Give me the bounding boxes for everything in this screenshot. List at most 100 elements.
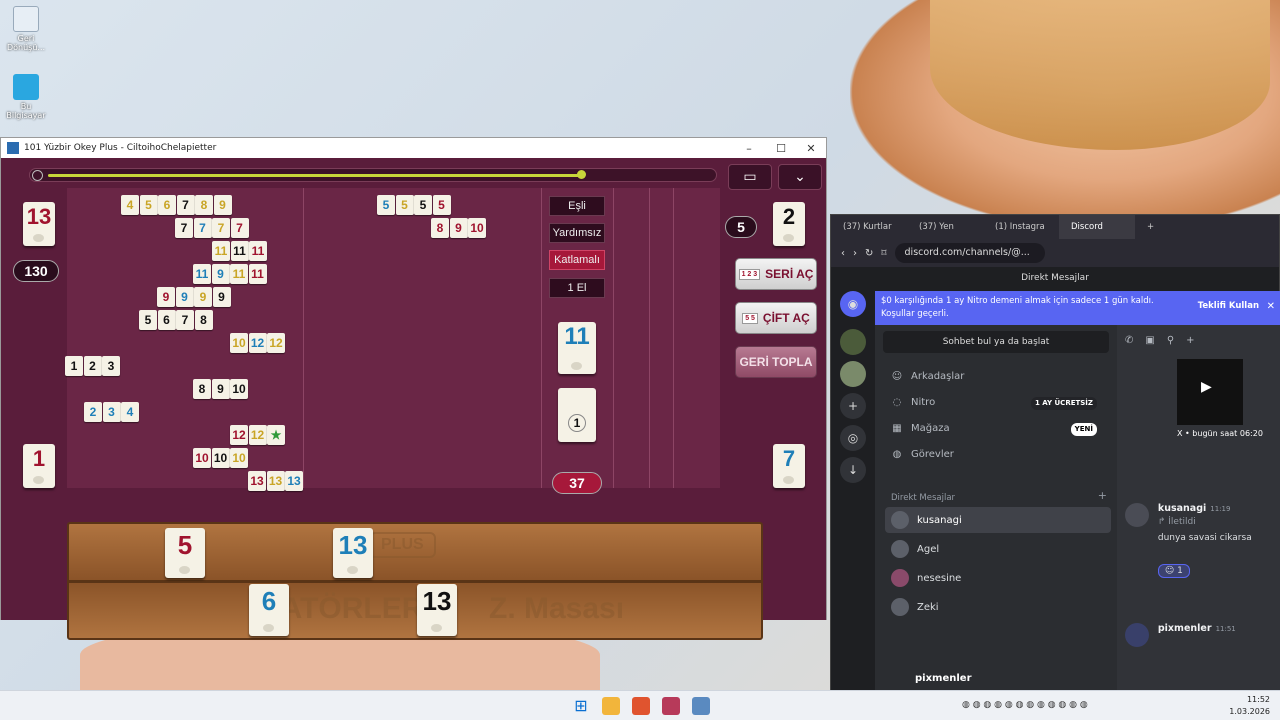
download-icon[interactable]: ↓ [840, 457, 866, 483]
video-embed[interactable]: ▶ [1177, 359, 1243, 425]
meld-tile[interactable]: 9 [175, 287, 194, 307]
meld-tile[interactable]: 7 [193, 218, 212, 238]
meld-tile[interactable]: 12 [267, 333, 285, 353]
meld-tile[interactable]: 10 [230, 333, 248, 353]
meld-tile[interactable]: 5 [139, 195, 158, 215]
meld-tile[interactable]: 7 [176, 195, 195, 215]
dm-item[interactable]: kusanagi [885, 507, 1111, 533]
meld-tile[interactable]: 7 [176, 310, 194, 330]
meld-tile[interactable]: 2 [83, 356, 102, 376]
close-button[interactable]: ✕ [795, 138, 827, 158]
server-icon[interactable] [840, 329, 866, 355]
dm-item[interactable]: Agel [885, 536, 1111, 562]
meld-tile[interactable]: 5 [432, 195, 451, 215]
rack-tile[interactable]: 13 [333, 528, 373, 578]
browser-icon[interactable] [632, 697, 650, 715]
footer-username[interactable]: pixmenler [915, 673, 972, 684]
chat-button[interactable]: ▭ [728, 164, 772, 190]
meld-tile[interactable]: 10 [468, 218, 486, 238]
meld-tile[interactable]: 7 [230, 218, 249, 238]
video-icon[interactable]: ▣ [1145, 335, 1166, 346]
deck-tile[interactable]: 1 [558, 388, 596, 442]
rack-tile[interactable]: 13 [417, 584, 457, 636]
file-explorer-icon[interactable] [602, 697, 620, 715]
player-rack[interactable]: PLUS HATÖRLER - Z. Masası 5 13 6 13 [67, 522, 763, 640]
tab-youtube-2[interactable]: (37) Yen [907, 222, 983, 232]
okey-game-icon[interactable] [662, 697, 680, 715]
meld-tile[interactable]: 6 [157, 310, 176, 330]
meld-tile[interactable]: 13 [248, 471, 266, 491]
meld-tile[interactable]: 10 [230, 379, 248, 399]
maximize-button[interactable]: ☐ [765, 138, 797, 158]
meld-tile[interactable]: 10 [193, 448, 211, 468]
dm-item[interactable]: nesesine [885, 565, 1111, 591]
close-icon[interactable]: ✕ [1267, 300, 1275, 313]
app-icon[interactable] [692, 697, 710, 715]
game-titlebar[interactable]: 101 Yüzbir Okey Plus - CiltoihoChelapiet… [1, 138, 826, 158]
dm-item[interactable]: Zeki [885, 594, 1111, 620]
url-field[interactable]: discord.com/channels/@... [894, 243, 1045, 263]
meld-tile[interactable]: 9 [157, 287, 175, 307]
pin-icon[interactable]: ⚲ [1167, 335, 1186, 346]
meld-tile[interactable]: 4 [121, 402, 139, 422]
meld-tile[interactable]: 10 [211, 448, 230, 468]
forward-icon[interactable]: › [853, 248, 857, 259]
meld-tile[interactable]: 9 [213, 195, 232, 215]
meld-tile[interactable]: 6 [158, 195, 176, 215]
meld-tile[interactable]: 12 [230, 425, 248, 445]
meld-tile[interactable]: 5 [377, 195, 395, 215]
reload-icon[interactable]: ↻ [865, 248, 873, 259]
meld-tile[interactable]: 3 [102, 402, 121, 422]
add-dm-button[interactable]: + [1098, 489, 1107, 502]
desktop-icon-recycle-bin[interactable]: Geri Dönüşü... [4, 6, 48, 52]
message-author[interactable]: pixmenler [1158, 623, 1212, 634]
reaction[interactable]: ☺ 1 [1157, 564, 1190, 578]
meld-tile[interactable]: 11 [230, 241, 249, 261]
back-icon[interactable]: ‹ [841, 248, 845, 259]
rack-tile[interactable]: 5 [165, 528, 205, 578]
meld-tile[interactable]: 13 [266, 471, 285, 491]
meld-tile[interactable]: 8 [194, 310, 213, 330]
call-icon[interactable]: ✆ [1125, 335, 1145, 346]
meld-tile[interactable]: 3 [102, 356, 120, 376]
meld-tile[interactable]: 12 [248, 425, 267, 445]
geri-topla-button[interactable]: GERİ TOPLA [735, 346, 817, 378]
add-server-icon[interactable]: + [840, 393, 866, 419]
new-tab-button[interactable]: + [1135, 222, 1155, 232]
meld-tile[interactable]: 13 [285, 471, 303, 491]
meld-tile[interactable]: 11 [212, 241, 230, 261]
meld-tile[interactable]: 8 [193, 379, 211, 399]
meld-tile[interactable]: 11 [193, 264, 211, 284]
tab-instagram[interactable]: (1) Instagra [983, 222, 1059, 232]
meld-tile[interactable]: 5 [395, 195, 414, 215]
meld-tile[interactable]: 7 [175, 218, 193, 238]
meld-tile[interactable]: 10 [230, 448, 248, 468]
nav-quests[interactable]: ◍ Görevler [891, 445, 1111, 465]
meld-tile[interactable]: 9 [211, 264, 230, 284]
taskbar-clock[interactable]: 11:52 1.03.2026 [1229, 694, 1270, 718]
seri-ac-button[interactable]: 1 2 3 SERİ AÇ [735, 258, 817, 290]
meld-tile[interactable]: 11 [249, 241, 267, 261]
meld-tile[interactable]: 8 [195, 195, 213, 215]
meld-tile[interactable]: 11 [230, 264, 248, 284]
meld-tile[interactable]: 9 [194, 287, 212, 307]
meld-tile[interactable]: 11 [248, 264, 267, 284]
message-author[interactable]: kusanagi [1158, 503, 1206, 514]
tray-icons[interactable]: ◍ ◍ ◍ ◍ ◍ ◍ ◍ ◍ ◍ ◍ ◍ ◍ [962, 700, 1088, 710]
meld-tile[interactable]: 1 [65, 356, 83, 376]
rack-tile[interactable]: 6 [249, 584, 289, 636]
meld-tile[interactable]: 12 [248, 333, 267, 353]
meld-tile[interactable]: 9 [212, 287, 231, 307]
desktop-icon-computer[interactable]: Bu Bilgisayar [4, 74, 48, 120]
discord-home-icon[interactable]: ◉ [840, 291, 866, 317]
meld-tile[interactable]: 4 [121, 195, 139, 215]
start-icon[interactable]: ⊞ [572, 697, 590, 715]
menu-button[interactable]: ⌄ [778, 164, 822, 190]
tab-discord[interactable]: Discord [1059, 215, 1135, 239]
nav-shop[interactable]: ▦ Mağaza YENİ [891, 419, 1111, 439]
explore-icon[interactable]: ◎ [840, 425, 866, 451]
meld-tile[interactable]: 7 [212, 218, 230, 238]
tab-youtube-1[interactable]: (37) Kurtlar [831, 222, 907, 232]
minimize-button[interactable]: – [733, 138, 765, 158]
nav-friends[interactable]: ☺ Arkadaşlar [891, 367, 1111, 387]
